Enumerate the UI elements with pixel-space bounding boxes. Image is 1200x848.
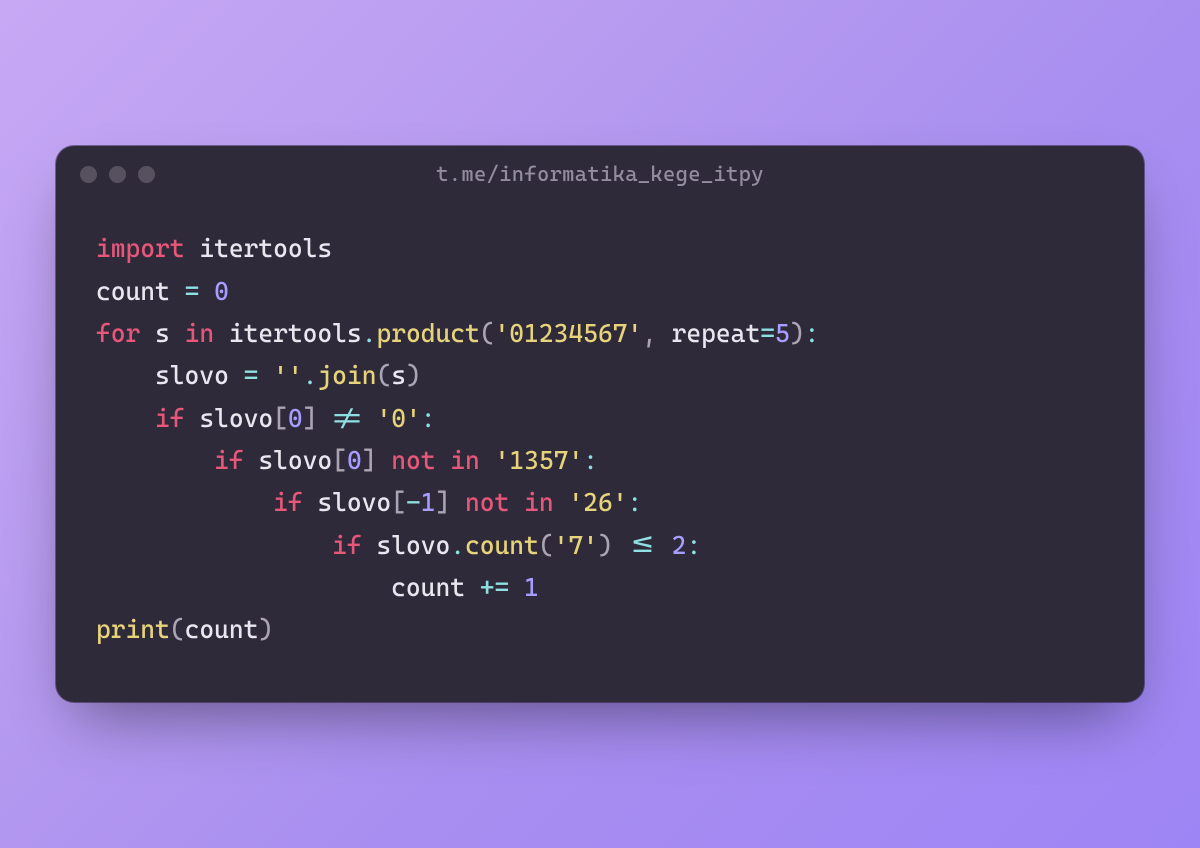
code-token-op: = — [185, 277, 200, 306]
code-token-par: [ — [332, 446, 347, 475]
code-token-num: 5 — [775, 319, 790, 348]
code-token-op: != — [332, 404, 362, 433]
code-token-id: slovo — [303, 488, 392, 517]
code-token-id — [96, 531, 332, 560]
code-block: import itertools count = 0 for s in iter… — [56, 202, 1144, 701]
code-token-op: <= — [627, 531, 657, 560]
code-token-par: ] — [303, 404, 318, 433]
code-token-op: = — [760, 319, 775, 348]
code-token-fn: count — [465, 531, 539, 560]
code-token-id: slovo — [362, 531, 451, 560]
code-token-op: : — [686, 531, 701, 560]
code-token-num: 0 — [288, 404, 303, 433]
window-title: t.me/informatika_kege_itpy — [56, 162, 1144, 186]
code-token-str: '26' — [568, 488, 627, 517]
code-token-id — [96, 404, 155, 433]
code-token-id: count — [96, 573, 480, 602]
code-token-id — [376, 446, 391, 475]
code-token-str: '0' — [377, 404, 421, 433]
code-token-par: [ — [273, 404, 288, 433]
maximize-icon[interactable] — [138, 166, 155, 183]
code-token-par: ) — [406, 361, 421, 390]
code-token-fn: print — [96, 615, 170, 644]
code-token-fn: join — [317, 361, 376, 390]
traffic-lights — [80, 166, 155, 183]
window-titlebar: t.me/informatika_kege_itpy — [56, 146, 1144, 202]
code-token-kw: not in — [391, 446, 480, 475]
code-token-id: slovo — [185, 404, 274, 433]
code-token-op: . — [362, 319, 377, 348]
minimize-icon[interactable] — [109, 166, 126, 183]
code-token-num: 0 — [347, 446, 362, 475]
code-token-op: - — [406, 488, 421, 517]
code-token-op: = — [244, 361, 259, 390]
code-token-par: ) — [258, 615, 273, 644]
code-token-num: 0 — [214, 277, 229, 306]
code-token-id: s — [391, 361, 406, 390]
code-token-op: . — [303, 361, 318, 390]
code-token-par: ( — [376, 361, 391, 390]
code-token-kw: for — [96, 319, 140, 348]
code-token-id — [657, 531, 672, 560]
code-token-par: [ — [391, 488, 406, 517]
code-token-id — [509, 573, 524, 602]
code-token-kw: import — [96, 234, 185, 263]
code-token-par: ) — [598, 531, 613, 560]
code-token-kw: if — [155, 404, 185, 433]
code-token-id — [96, 446, 214, 475]
code-token-kw: if — [214, 446, 244, 475]
code-token-id — [362, 404, 377, 433]
code-token-op: : — [583, 446, 598, 475]
code-token-par: ( — [480, 319, 495, 348]
code-token-par: , — [642, 319, 657, 348]
code-token-id — [317, 404, 332, 433]
code-token-attr: repeat — [657, 319, 760, 348]
code-token-id: s — [140, 319, 184, 348]
close-icon[interactable] — [80, 166, 97, 183]
code-token-id — [96, 488, 273, 517]
code-token-str: '' — [273, 361, 303, 390]
code-token-op: . — [450, 531, 465, 560]
code-window: t.me/informatika_kege_itpy import iterto… — [56, 146, 1144, 701]
code-token-par: ( — [539, 531, 554, 560]
code-token-id — [258, 361, 273, 390]
code-token-id: count — [96, 277, 185, 306]
code-token-par: ( — [170, 615, 185, 644]
code-token-fn: product — [376, 319, 479, 348]
code-token-num: 1 — [421, 488, 436, 517]
code-token-id: slovo — [96, 361, 244, 390]
code-token-str: '01234567' — [495, 319, 643, 348]
code-token-par: ] — [436, 488, 451, 517]
code-token-kw: in — [185, 319, 215, 348]
code-token-kw: not in — [465, 488, 554, 517]
code-token-par: ] — [362, 446, 377, 475]
code-token-op: : — [421, 404, 436, 433]
code-token-id — [199, 277, 214, 306]
code-token-kw: if — [273, 488, 303, 517]
code-token-id: slovo — [244, 446, 333, 475]
code-token-id: count — [185, 615, 259, 644]
code-token-num: 1 — [524, 573, 539, 602]
code-token-id — [554, 488, 569, 517]
code-token-op: : — [805, 319, 820, 348]
code-token-op: += — [480, 573, 510, 602]
code-token-str: '7' — [554, 531, 598, 560]
code-token-op: : — [627, 488, 642, 517]
code-token-id: itertools — [185, 234, 333, 263]
code-token-par: ) — [790, 319, 805, 348]
code-token-id: itertools — [214, 319, 362, 348]
code-token-id — [480, 446, 495, 475]
code-token-str: '1357' — [495, 446, 584, 475]
code-token-id — [450, 488, 465, 517]
code-token-kw: if — [332, 531, 362, 560]
code-token-num: 2 — [672, 531, 687, 560]
code-token-id — [613, 531, 628, 560]
